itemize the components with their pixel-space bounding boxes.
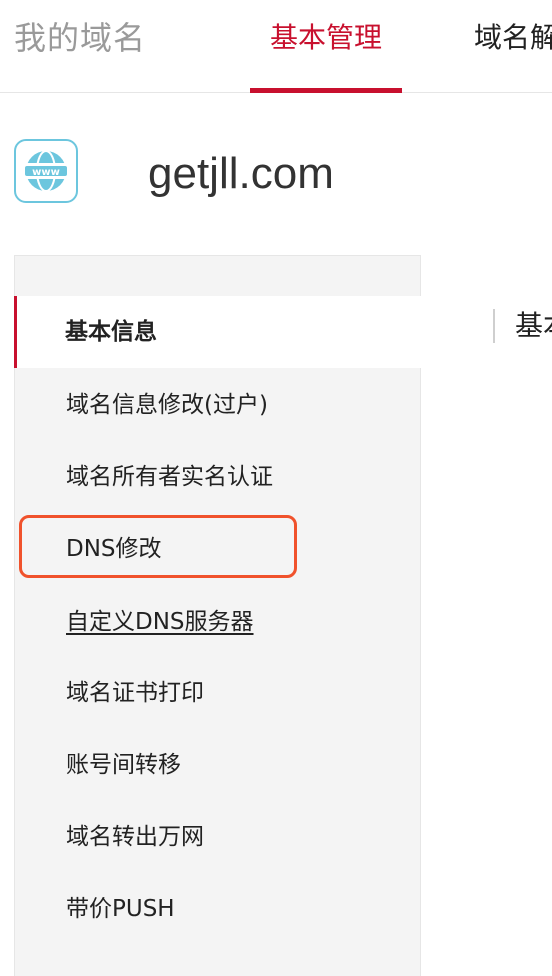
tab-dns-resolution[interactable]: 域名解 <box>474 18 552 58</box>
sidebar-item-label: 自定义DNS服务器 <box>66 609 254 635</box>
sidebar-item-label: 域名信息修改(过户) <box>66 392 268 418</box>
sidebar-item-label: 域名证书打印 <box>66 680 204 706</box>
sidebar-item-label: 账号间转移 <box>66 752 181 778</box>
section-heading: 基本 <box>493 309 552 343</box>
sidebar-item-dns-modify[interactable]: DNS修改 <box>15 513 422 585</box>
sidebar-menu: 基本信息 域名信息修改(过户) 域名所有者实名认证 DNS修改 自定义DNS服务… <box>14 255 421 976</box>
tab-basic-management[interactable]: 基本管理 <box>250 18 402 58</box>
www-globe-icon: www <box>14 139 78 203</box>
top-navigation: 我的域名 基本管理 域名解 <box>0 0 552 93</box>
domain-name: getjll.com <box>148 149 334 198</box>
sidebar-item-label: 域名转出万网 <box>66 824 204 850</box>
www-icon-label: www <box>32 167 60 178</box>
sidebar-item-account-transfer[interactable]: 账号间转移 <box>15 729 422 801</box>
page-title: 我的域名 <box>14 19 147 57</box>
sidebar-item-label: 带价PUSH <box>66 896 175 922</box>
sidebar-item-custom-dns-server[interactable]: 自定义DNS服务器 <box>15 586 422 658</box>
sidebar-item-basic-info[interactable]: 基本信息 <box>14 296 421 368</box>
sidebar-item-modify-info[interactable]: 域名信息修改(过户) <box>15 369 422 441</box>
sidebar-item-label: 域名所有者实名认证 <box>66 464 273 490</box>
domain-header: www getjll.com <box>0 93 552 255</box>
sidebar-item-transfer-out[interactable]: 域名转出万网 <box>15 801 422 873</box>
sidebar-item-certificate-print[interactable]: 域名证书打印 <box>15 657 422 729</box>
sidebar-item-label: 基本信息 <box>65 319 157 345</box>
sidebar-item-label: DNS修改 <box>66 536 162 562</box>
sidebar-item-price-push[interactable]: 带价PUSH <box>15 873 422 945</box>
sidebar-item-real-name-verification[interactable]: 域名所有者实名认证 <box>15 441 422 513</box>
